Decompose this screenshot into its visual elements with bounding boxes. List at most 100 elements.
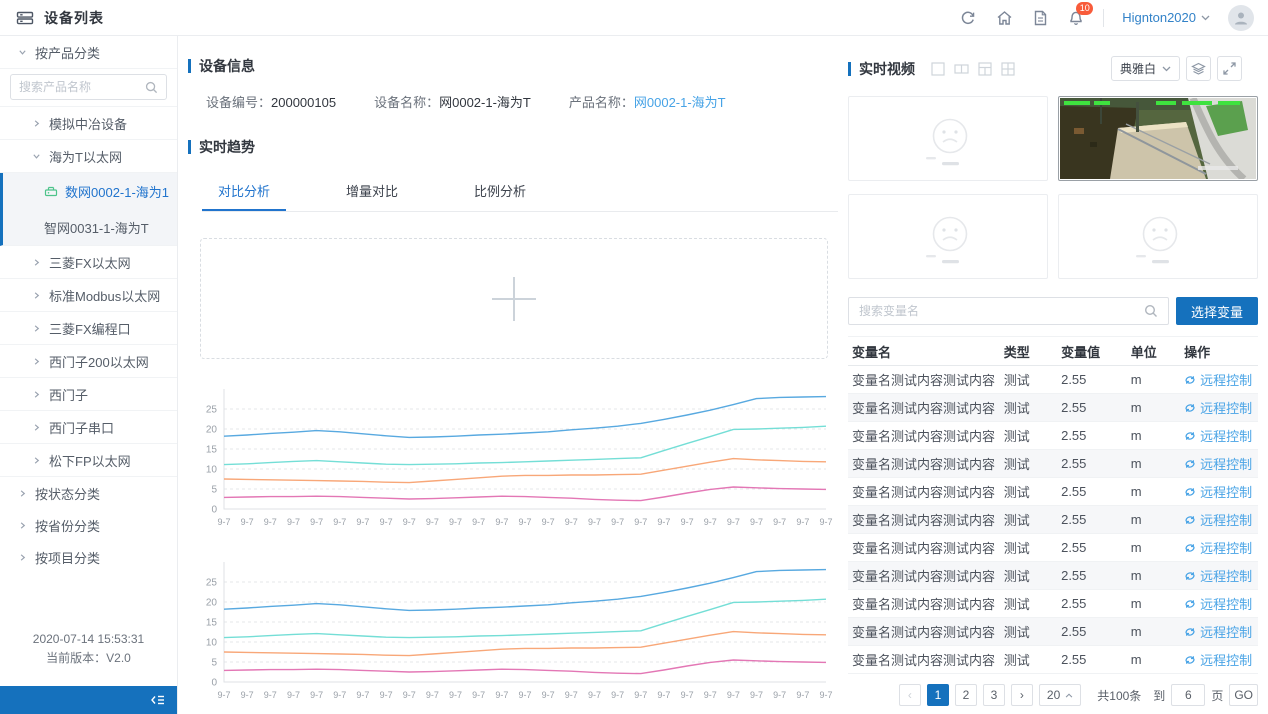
refresh-icon[interactable] <box>959 9 977 27</box>
section-accent-bar <box>848 62 851 76</box>
total-count-label: 共100条 <box>1097 687 1141 704</box>
page-size-select[interactable]: 20 <box>1039 684 1081 706</box>
page-button-1[interactable]: 1 <box>927 684 949 706</box>
chevron-down-icon <box>1201 15 1210 21</box>
remote-control-label: 远程控制 <box>1200 650 1252 669</box>
tab-比例分析[interactable]: 比例分析 <box>458 173 542 211</box>
notification-badge: 10 <box>1076 2 1093 15</box>
remote-control-link[interactable]: 远程控制 <box>1184 538 1252 557</box>
layers-button[interactable] <box>1186 56 1211 81</box>
chevron-right-icon <box>32 324 41 333</box>
sidebar-item-12[interactable]: 松下FP以太网 <box>0 444 177 477</box>
sidebar-device-selected[interactable]: 数网0002-1-海为1 <box>3 173 177 209</box>
table-row: 变量名测试内容测试内容测试2.55m远程控制 <box>848 478 1258 506</box>
select-variable-button[interactable]: 选择变量 <box>1176 297 1258 325</box>
chevron-right-icon <box>18 553 27 562</box>
collapse-sidebar-icon[interactable] <box>149 693 167 707</box>
video-pane-1[interactable] <box>848 96 1048 181</box>
sidebar-device-item[interactable]: 智网0031-1-海为T <box>3 209 177 245</box>
cell-type: 测试 <box>1000 506 1057 534</box>
remote-control-link[interactable]: 远程控制 <box>1184 650 1252 669</box>
app-window: 设备列表 <box>0 0 1268 714</box>
fullscreen-button[interactable] <box>1217 56 1242 81</box>
sidebar-item-2[interactable]: 模拟中冶设备 <box>0 107 177 140</box>
page-button-3[interactable]: 3 <box>983 684 1005 706</box>
remote-control-icon <box>1184 598 1196 610</box>
column-header-单位: 单位 <box>1127 337 1180 366</box>
remote-control-link[interactable]: 远程控制 <box>1184 622 1252 641</box>
jump-page-input[interactable] <box>1171 684 1205 706</box>
product-name-link[interactable]: 网0002-1-海为T <box>634 95 726 110</box>
video-title: 实时视频 <box>859 59 915 79</box>
current-time: 2020-07-14 15:53:31 <box>0 630 177 649</box>
variable-search-input[interactable] <box>859 304 1144 318</box>
remote-control-link[interactable]: 远程控制 <box>1184 566 1252 585</box>
sidebar-item-6[interactable]: 三菱FX以太网 <box>0 246 177 279</box>
home-icon[interactable] <box>995 9 1013 27</box>
video-pane-3[interactable] <box>848 194 1048 279</box>
cell-unit: m <box>1127 478 1180 506</box>
sidebar-item-10[interactable]: 西门子 <box>0 378 177 411</box>
sidebar-item-7[interactable]: 标准Modbus以太网 <box>0 279 177 312</box>
tree-node-label: 按省份分类 <box>35 516 100 535</box>
svg-text:9-7: 9-7 <box>495 517 508 527</box>
chevron-right-icon <box>32 357 41 366</box>
search-icon[interactable] <box>1144 304 1158 318</box>
next-page-button[interactable]: › <box>1011 684 1033 706</box>
remote-control-icon <box>1184 626 1196 638</box>
cell-value: 2.55 <box>1057 450 1127 478</box>
remote-control-link[interactable]: 远程控制 <box>1184 594 1252 613</box>
prev-page-button[interactable]: ‹ <box>899 684 921 706</box>
product-search-input[interactable] <box>19 80 145 94</box>
theme-select[interactable]: 典雅白 <box>1111 56 1180 81</box>
avatar[interactable] <box>1228 5 1254 31</box>
remote-control-icon <box>1184 486 1196 498</box>
cell-name: 变量名测试内容测试内容 <box>848 394 1000 422</box>
device-label: 数网0002-1-海为1 <box>65 182 169 201</box>
sidebar-item-0[interactable]: 按产品分类 <box>0 36 177 69</box>
go-button[interactable]: GO <box>1229 684 1258 706</box>
video-pane-2[interactable] <box>1058 96 1258 181</box>
remote-control-link[interactable]: 远程控制 <box>1184 426 1252 445</box>
variable-search-box <box>848 297 1169 325</box>
svg-text:9-7: 9-7 <box>634 690 647 700</box>
notifications-bell-icon[interactable]: 10 <box>1067 9 1085 27</box>
svg-text:15: 15 <box>206 618 218 629</box>
tab-增量对比[interactable]: 增量对比 <box>330 173 414 211</box>
layout-three-pane-icon[interactable] <box>978 62 992 76</box>
sidebar-item-11[interactable]: 西门子串口 <box>0 411 177 444</box>
tab-对比分析[interactable]: 对比分析 <box>202 173 286 211</box>
layout-single-icon[interactable] <box>931 62 945 76</box>
cell-action: 远程控制 <box>1180 478 1258 506</box>
page-button-2[interactable]: 2 <box>955 684 977 706</box>
user-menu[interactable]: Hignton2020 <box>1122 10 1210 25</box>
cell-value: 2.55 <box>1057 422 1127 450</box>
sidebar-item-14[interactable]: 按省份分类 <box>0 509 177 541</box>
sidebar-item-8[interactable]: 三菱FX编程口 <box>0 312 177 345</box>
layout-two-pane-icon[interactable] <box>954 62 969 76</box>
cell-name: 变量名测试内容测试内容 <box>848 618 1000 646</box>
search-icon <box>145 81 158 94</box>
sidebar-item-13[interactable]: 按状态分类 <box>0 477 177 509</box>
sidebar-item-3[interactable]: 海为T以太网 <box>0 140 177 173</box>
remote-control-link[interactable]: 远程控制 <box>1184 398 1252 417</box>
remote-control-link[interactable]: 远程控制 <box>1184 510 1252 529</box>
add-chart-placeholder[interactable] <box>200 238 828 359</box>
document-icon[interactable] <box>1031 9 1049 27</box>
remote-control-link[interactable]: 远程控制 <box>1184 482 1252 501</box>
sidebar-item-9[interactable]: 西门子200以太网 <box>0 345 177 378</box>
layout-four-pane-icon[interactable] <box>1001 62 1015 76</box>
remote-control-label: 远程控制 <box>1200 426 1252 445</box>
page-size-value: 20 <box>1047 688 1060 702</box>
svg-text:5: 5 <box>211 658 217 669</box>
cell-type: 测试 <box>1000 422 1057 450</box>
sidebar-item-15[interactable]: 按项目分类 <box>0 541 177 573</box>
remote-control-link[interactable]: 远程控制 <box>1184 454 1252 473</box>
cell-action: 远程控制 <box>1180 534 1258 562</box>
video-pane-4[interactable] <box>1058 194 1258 279</box>
chevron-down-icon <box>18 48 27 57</box>
svg-text:9-7: 9-7 <box>333 690 346 700</box>
cell-unit: m <box>1127 590 1180 618</box>
tree-node-label: 标准Modbus以太网 <box>49 286 160 305</box>
remote-control-link[interactable]: 远程控制 <box>1184 370 1252 389</box>
